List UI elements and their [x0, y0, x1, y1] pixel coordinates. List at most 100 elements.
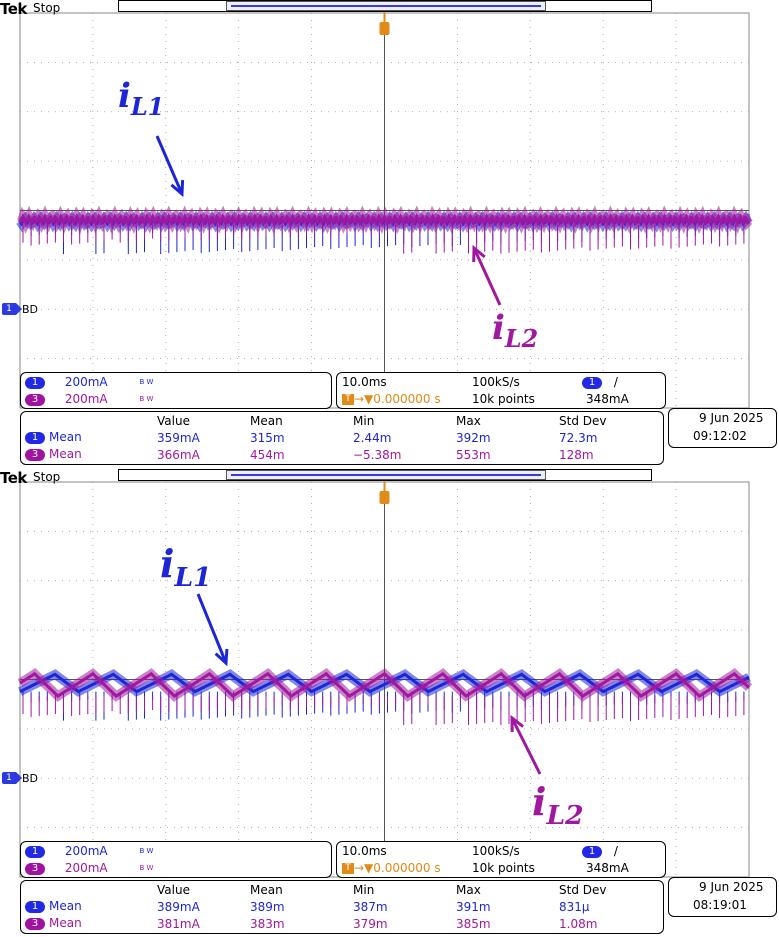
meas-ch1-mean: 315m	[250, 431, 285, 445]
meas-ch3-badge: 3	[25, 917, 45, 930]
meas-ch3-mean: 454m	[250, 448, 285, 462]
annotation-il1: iL1	[118, 76, 165, 122]
meas-ch3-value: 366mA	[157, 448, 200, 462]
record-length: 10k points	[472, 861, 535, 875]
channel-3-row[interactable]: 3 200mA B W	[25, 861, 153, 876]
trigger-source: 1 /	[582, 375, 618, 389]
meas-header-max: Max	[456, 883, 481, 897]
trigger-channel-badge: 1	[582, 376, 602, 389]
channel-3-scale: 200mA	[64, 861, 108, 875]
trigger-arrow-icon: →▼	[354, 861, 374, 875]
meas-ch3-max: 385m	[456, 917, 491, 931]
meas-ch1-std: 72.3m	[559, 431, 598, 445]
meas-ch1-mean: 389m	[250, 900, 285, 914]
channel-3-badge: 3	[25, 862, 45, 875]
meas-header-stddev: Std Dev	[559, 883, 607, 897]
meas-ch3-badge: 3	[25, 448, 45, 461]
capture-date: 9 Jun 2025	[699, 880, 764, 894]
meas-ch1-min: 387m	[353, 900, 388, 914]
tek-logo: Tek	[0, 0, 27, 18]
ground-marker-ch1: 1	[2, 772, 22, 784]
record-view-window	[226, 470, 546, 480]
meas-ch1-value: 359mA	[157, 431, 200, 445]
run-state: Stop	[33, 470, 61, 484]
meas-row-ch1: 1 Mean	[25, 899, 82, 914]
meas-header-value: Value	[157, 883, 190, 897]
ground-marker-ch1: 1	[2, 303, 22, 315]
meas-ch1-label: Mean	[49, 899, 82, 913]
meas-header-stddev: Std Dev	[559, 414, 607, 428]
trigger-level: 348mA	[586, 861, 629, 875]
channel-1-scale: 200mA	[64, 375, 108, 389]
meas-ch3-label: Mean	[49, 916, 82, 930]
meas-ch1-label: Mean	[49, 430, 82, 444]
channel-3-scale: 200mA	[64, 392, 108, 406]
capture-time: 08:19:01	[693, 898, 747, 912]
channel-1-row[interactable]: 1 200mA B W	[25, 375, 153, 390]
capture-date: 9 Jun 2025	[699, 411, 764, 425]
trigger-icon: T	[342, 863, 354, 874]
trigger-icon: T	[342, 394, 354, 405]
meas-ch1-max: 391m	[456, 900, 491, 914]
meas-row-ch1: 1 Mean	[25, 430, 82, 445]
meas-ch3-min: 379m	[353, 917, 388, 931]
trigger-level: 348mA	[586, 392, 629, 406]
channel-3-row[interactable]: 3 200mA B W	[25, 392, 153, 407]
trigger-position-marker	[379, 22, 390, 35]
meas-ch3-value: 381mA	[157, 917, 200, 931]
ground-label: BD	[22, 303, 39, 316]
annotation-arrow	[472, 247, 502, 306]
trigger-channel-badge: 1	[582, 845, 602, 858]
annotation-arrow	[155, 135, 184, 195]
trigger-slope-icon: /	[613, 375, 618, 389]
annotation-il2: iL2	[492, 308, 539, 354]
meas-header-value: Value	[157, 414, 190, 428]
time-per-div: 10.0ms	[342, 375, 387, 389]
channel-1-row[interactable]: 1 200mA B W	[25, 844, 153, 859]
annotation-arrow	[510, 717, 542, 775]
trigger-position: T →▼0.000000 s	[342, 392, 441, 406]
meas-ch1-badge: 1	[25, 900, 45, 913]
meas-header-mean: Mean	[250, 883, 283, 897]
meas-ch3-max: 553m	[456, 448, 491, 462]
meas-ch3-min: −5.38m	[353, 448, 402, 462]
sample-rate: 100kS/s	[472, 375, 520, 389]
capture-time: 09:12:02	[693, 429, 747, 443]
bandwidth-limit-icon: B W	[139, 395, 154, 403]
trigger-position-marker	[379, 491, 390, 504]
channel-1-badge: 1	[25, 845, 45, 858]
channel-3-badge: 3	[25, 393, 45, 406]
bandwidth-limit-icon: B W	[139, 864, 154, 872]
meas-header-mean: Mean	[250, 414, 283, 428]
meas-header-max: Max	[456, 414, 481, 428]
scope-capture-bottom: Tek Stop 1 BD iL1 iL2 1 200mA B W 3 200m…	[0, 469, 779, 937]
annotation-arrow	[196, 593, 228, 664]
run-state: Stop	[33, 1, 61, 15]
sample-rate: 100kS/s	[472, 844, 520, 858]
meas-row-ch3: 3 Mean	[25, 447, 82, 462]
meas-ch3-mean: 383m	[250, 917, 285, 931]
meas-ch3-label: Mean	[49, 447, 82, 461]
meas-ch1-min: 2.44m	[353, 431, 392, 445]
ground-label: BD	[22, 772, 39, 785]
meas-header-min: Min	[353, 883, 375, 897]
trigger-position: T →▼0.000000 s	[342, 861, 441, 875]
channel-1-scale: 200mA	[64, 844, 108, 858]
tek-logo: Tek	[0, 469, 27, 487]
meas-ch3-std: 1.08m	[559, 917, 598, 931]
trigger-slope-icon: /	[613, 844, 618, 858]
meas-row-ch3: 3 Mean	[25, 916, 82, 931]
annotation-il2: iL2	[532, 779, 584, 832]
meas-ch1-std: 831μ	[559, 900, 590, 914]
trigger-source: 1 /	[582, 844, 618, 858]
record-view-window	[226, 1, 546, 11]
meas-ch3-std: 128m	[559, 448, 594, 462]
trigger-arrow-icon: →▼	[354, 392, 374, 406]
bandwidth-limit-icon: B W	[139, 847, 154, 855]
record-length: 10k points	[472, 392, 535, 406]
time-per-div: 10.0ms	[342, 844, 387, 858]
meas-ch1-value: 389mA	[157, 900, 200, 914]
meas-header-min: Min	[353, 414, 375, 428]
bandwidth-limit-icon: B W	[139, 378, 154, 386]
scope-capture-top: Tek Stop 1 BD iL1 iL2 1 200mA B W 3 200m…	[0, 0, 779, 468]
